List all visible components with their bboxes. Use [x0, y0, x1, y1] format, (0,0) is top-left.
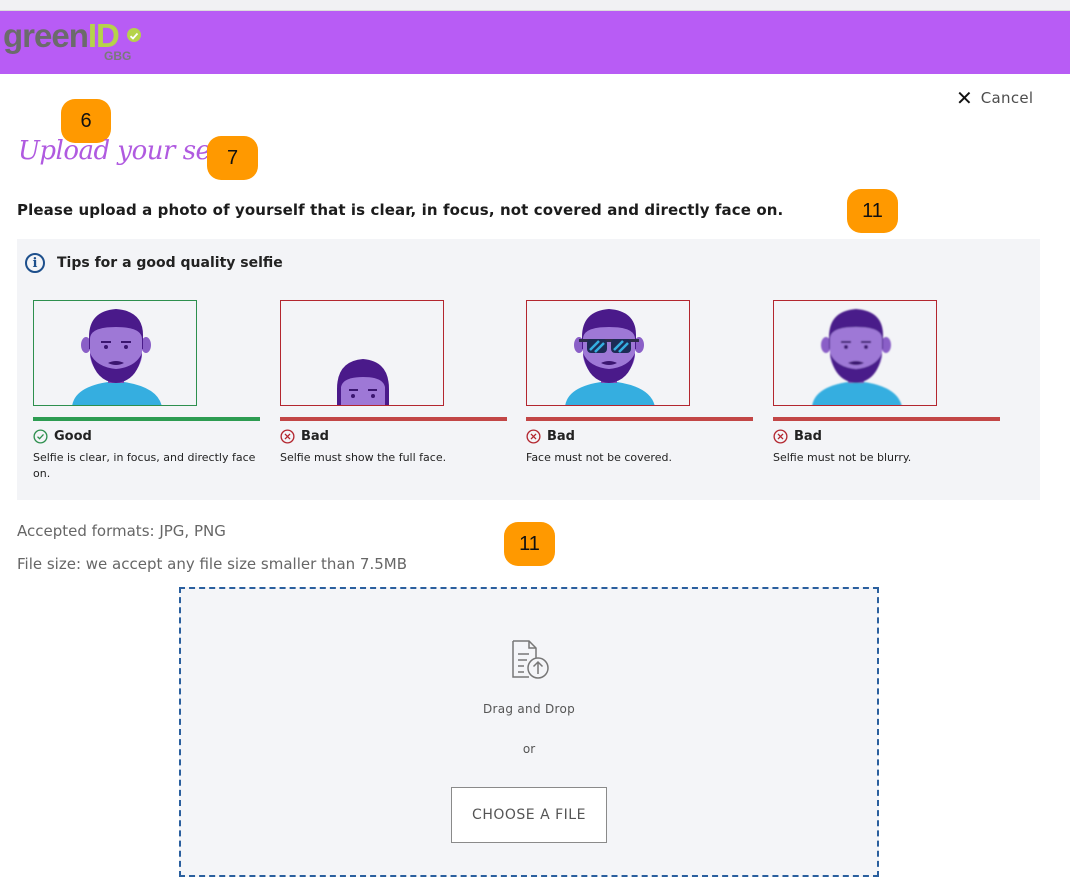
- selfie-example-good: [33, 300, 197, 406]
- person-avatar-icon: [812, 309, 902, 405]
- intro-text: Please upload a photo of yourself that i…: [17, 201, 784, 219]
- selfie-example-covered: [526, 300, 690, 406]
- person-avatar-icon: [72, 309, 162, 405]
- status-bar-good: [33, 417, 260, 421]
- file-upload-icon: [512, 640, 549, 679]
- annotation-badge-11-a: 11: [847, 189, 898, 233]
- selfie-example-blurry: [773, 300, 937, 406]
- tip-card-bad-blurry: Bad Selfie must not be blurry.: [773, 300, 1000, 466]
- tip-description: Selfie must not be blurry.: [773, 451, 912, 464]
- file-dropzone[interactable]: Drag and Drop or CHOOSE A FILE: [179, 587, 879, 877]
- status-row: Bad: [526, 429, 753, 444]
- tips-header: i Tips for a good quality selfie: [25, 253, 283, 273]
- status-label: Good: [54, 429, 92, 444]
- close-icon: ✕: [956, 86, 973, 110]
- tip-card-bad-partial-face: Bad Selfie must show the full face.: [280, 300, 507, 466]
- cancel-button[interactable]: ✕ Cancel: [956, 88, 1033, 108]
- logo-subtitle: GBG: [104, 49, 132, 63]
- info-icon: i: [25, 253, 45, 273]
- tip-description: Selfie must show the full face.: [280, 451, 447, 464]
- greenid-logo: greenID GBG: [3, 19, 153, 67]
- selfie-example-partial-face: [280, 300, 444, 406]
- tip-description: Face must not be covered.: [526, 451, 672, 464]
- tip-card-bad-covered: Bad Face must not be covered.: [526, 300, 753, 466]
- status-row: Good: [33, 429, 260, 444]
- status-label: Bad: [794, 429, 822, 444]
- or-label: or: [522, 742, 536, 756]
- drag-and-drop-label: Drag and Drop: [482, 702, 576, 716]
- status-bar-bad: [280, 417, 507, 421]
- status-bar-bad: [773, 417, 1000, 421]
- cancel-label: Cancel: [980, 89, 1034, 107]
- status-bar-bad: [526, 417, 753, 421]
- check-circle-icon: [33, 429, 48, 444]
- app-header: greenID GBG: [0, 11, 1070, 74]
- person-avatar-icon: [565, 309, 655, 405]
- tip-card-good: Good Selfie is clear, in focus, and dire…: [33, 300, 260, 482]
- x-circle-icon: [773, 429, 788, 444]
- annotation-badge-11-b: 11: [504, 522, 555, 566]
- logo-wordmark: greenID: [3, 17, 120, 54]
- status-label: Bad: [301, 429, 329, 444]
- tips-title: Tips for a good quality selfie: [57, 255, 283, 271]
- status-label: Bad: [547, 429, 575, 444]
- status-row: Bad: [773, 429, 1000, 444]
- annotation-badge-7: 7: [207, 136, 258, 180]
- file-size-text: File size: we accept any file size small…: [17, 555, 407, 573]
- tips-panel: i Tips for a good quality selfie Good Se…: [17, 239, 1040, 500]
- x-circle-icon: [280, 429, 295, 444]
- status-row: Bad: [280, 429, 507, 444]
- check-circle-icon: [127, 28, 141, 42]
- browser-top-strip: [0, 0, 1070, 11]
- choose-file-button[interactable]: CHOOSE A FILE: [451, 787, 607, 843]
- person-avatar-icon: [337, 359, 389, 405]
- accepted-formats-text: Accepted formats: JPG, PNG: [17, 522, 226, 540]
- x-circle-icon: [526, 429, 541, 444]
- tip-description: Selfie is clear, in focus, and directly …: [33, 451, 256, 480]
